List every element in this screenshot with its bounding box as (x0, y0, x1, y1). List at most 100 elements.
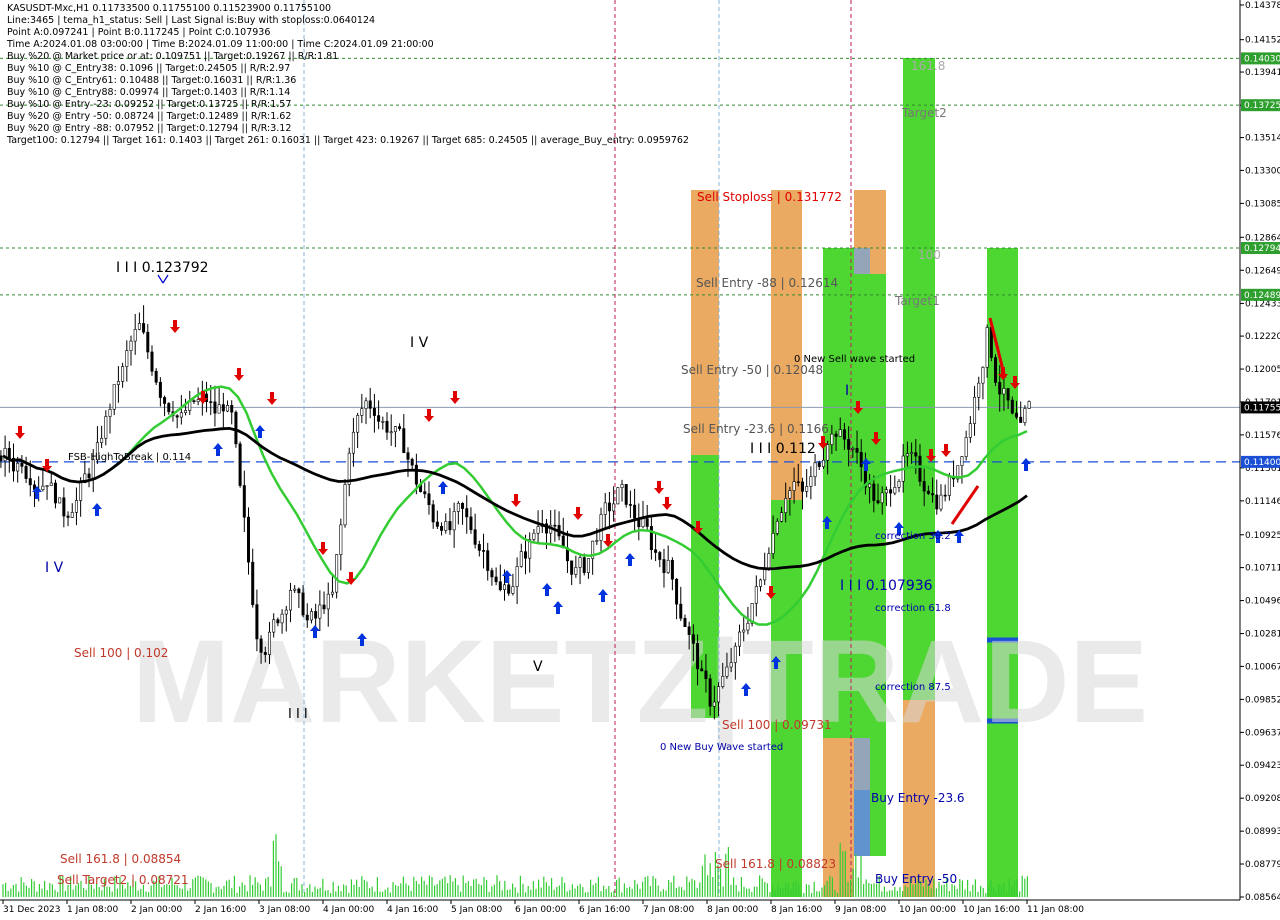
candle-body (603, 502, 607, 515)
candle-body (381, 420, 385, 423)
candle-body (41, 485, 45, 490)
price-tick-label: 0.14378 (1245, 1, 1280, 11)
price-tick-label: 0.11146 (1245, 497, 1280, 507)
candle-body (330, 591, 334, 595)
candle-body (402, 428, 406, 453)
candle-body (121, 366, 125, 382)
candle-body (847, 438, 851, 450)
candle-body (251, 561, 255, 605)
price-tick-label: 0.13300 (1245, 166, 1280, 176)
price-tick-label: 0.10496 (1245, 597, 1280, 607)
time-tick-label: 3 Jan 08:00 (259, 905, 311, 915)
candle-body (53, 482, 57, 504)
candle-body (272, 619, 276, 633)
price-tick-label: 0.09423 (1245, 761, 1280, 771)
chart-annotation: Sell 100 | 0.102 (74, 646, 168, 660)
chart-annotation: V (533, 659, 543, 675)
candle-body (788, 490, 792, 499)
candle-body (305, 614, 309, 621)
chart-annotation: correction 61.8 (875, 603, 951, 614)
candle-body (872, 483, 876, 501)
candle-body (884, 489, 888, 494)
candle-body (717, 686, 721, 703)
time-tick-label: 5 Jan 08:00 (451, 905, 503, 915)
candle-body (343, 484, 347, 526)
candle-body (129, 340, 133, 351)
candle-body (586, 558, 590, 573)
candle-body (767, 553, 771, 569)
candle-body (398, 426, 402, 429)
candle-body (112, 384, 116, 410)
chart-annotation: I V (410, 335, 429, 351)
candle-body (461, 503, 465, 509)
price-tick-label: 0.12005 (1245, 365, 1280, 375)
candle-body (238, 443, 242, 486)
candle-body (339, 524, 343, 555)
price-tick-label: 0.09208 (1245, 794, 1280, 804)
price-tag-label: 0.14030 (1244, 54, 1280, 64)
candle-body (184, 410, 188, 413)
candle-body (910, 452, 914, 454)
candle-body (733, 645, 737, 663)
candle-body (973, 396, 977, 424)
candle-body (24, 466, 28, 479)
candle-body (813, 462, 817, 477)
candle-body (624, 484, 628, 505)
chart-annotation: I I I 0.107936 (840, 578, 933, 594)
candle-body (893, 487, 897, 494)
zone-band (854, 248, 870, 274)
candle-body (1002, 388, 1006, 395)
candle-body (414, 464, 418, 485)
candle-body (712, 701, 716, 707)
time-tick-label: 10 Jan 16:00 (963, 905, 1020, 915)
zone-band (854, 190, 870, 248)
price-tag-label: 0.12489 (1244, 291, 1280, 301)
price-tick-label: 0.12220 (1245, 332, 1280, 342)
candle-body (876, 500, 880, 504)
candle-body (259, 638, 263, 653)
price-tag-label: 0.11400 (1244, 458, 1280, 468)
candle-body (796, 481, 800, 484)
candle-body (926, 490, 930, 494)
candle-body (1023, 408, 1027, 423)
candle-body (58, 497, 62, 504)
candle-body (616, 487, 620, 505)
price-tick-label: 0.14152 (1245, 36, 1280, 46)
candle-body (322, 604, 326, 610)
candle-body (196, 399, 200, 402)
candle-body (519, 551, 523, 567)
candle-body (994, 357, 998, 383)
candle-body (7, 447, 11, 459)
candle-body (469, 516, 473, 531)
candle-body (855, 448, 859, 453)
candle-body (998, 382, 1002, 395)
price-tick-label: 0.10925 (1245, 531, 1280, 541)
candle-body (146, 331, 150, 353)
chart-annotation: Target2 (901, 106, 947, 120)
info-line: KASUSDT-Mxc,H1 0.11733500 0.11755100 0.1… (7, 3, 332, 14)
candle-body (599, 514, 603, 541)
price-tick-label: 0.10711 (1245, 564, 1280, 574)
chart-annotation: Sell 100 | 0.09731 (722, 718, 832, 732)
candle-body (301, 592, 305, 616)
chart-annotation: Buy Entry -50 (875, 872, 957, 886)
candle-body (0, 455, 3, 462)
candle-body (263, 652, 267, 655)
chart-annotation: Sell Entry -23.6 | 0.1166 (683, 422, 829, 436)
candle-body (175, 415, 179, 418)
candle-body (1006, 388, 1010, 401)
price-axis: 0.14378 0.14152 0.13941 0.13725 0.13514 0.133… (1239, 0, 1280, 903)
candle-body (431, 504, 435, 523)
candle-body (16, 462, 20, 472)
candle-body (645, 518, 649, 527)
candle-body (318, 604, 322, 619)
chart-annotation: 100 (918, 248, 941, 262)
candle-body (444, 521, 448, 531)
candle-body (922, 481, 926, 492)
candle-body (889, 489, 893, 494)
candle-body (897, 480, 901, 488)
price-tick-label: 0.09637 (1245, 728, 1280, 738)
candle-body (314, 611, 318, 619)
candle-body (670, 559, 674, 580)
candle-body (389, 431, 393, 434)
